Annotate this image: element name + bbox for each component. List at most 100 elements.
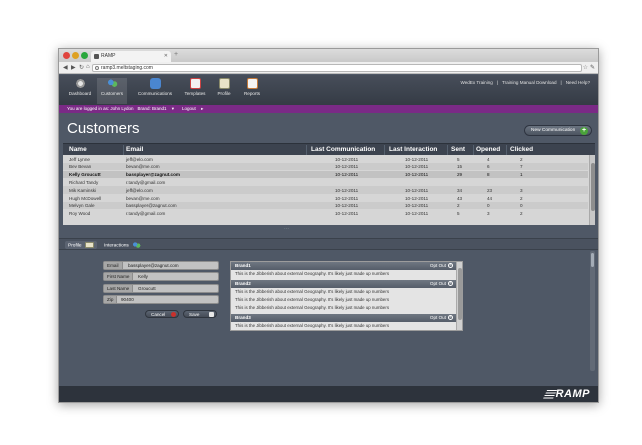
interaction-line: This is the Jibberish about external Geo… <box>235 323 390 328</box>
cell-clicked: 7 <box>520 164 523 170</box>
help-link[interactable]: Need Help? <box>566 80 590 85</box>
table-row[interactable]: Richard Tandy r.tandy@gmail.com <box>63 178 588 186</box>
table-row[interactable]: Bev Bevan bevan@me.com 10-12-2011 10-12-… <box>63 162 588 171</box>
table-row[interactable]: Jeff Lynne jeff@elo.com 10-12-2011 10-12… <box>63 155 588 163</box>
nav-profile[interactable]: Profile <box>209 78 239 96</box>
cell-clicked: 2 <box>520 156 523 162</box>
table-row-selected[interactable]: Kelly Groucutt bassplayer@zagnut.com 10-… <box>63 170 588 179</box>
col-email[interactable]: Email <box>126 146 143 153</box>
cancel-button[interactable]: Cancel <box>145 310 179 318</box>
cell-clicked: 3 <box>520 187 523 193</box>
cell-sent: 43 <box>457 195 463 201</box>
table-row[interactable]: Melvyn Gale bassplayer@zagnut.com 10-12-… <box>63 201 588 210</box>
opt-out-button[interactable]: Opt Out ✕ <box>430 280 453 288</box>
interaction-line: This is the Jibberish about external Geo… <box>235 305 390 310</box>
opt-out-button[interactable]: Opt Out ✕ <box>430 262 453 270</box>
opt-out-label: Opt Out <box>429 315 446 320</box>
col-sent[interactable]: Sent <box>451 146 465 153</box>
col-clicked[interactable]: Clicked <box>510 146 533 153</box>
cell-sent: 5 <box>457 211 460 217</box>
ramp-logo: RAMP <box>542 388 590 400</box>
minimize-window-button[interactable] <box>72 52 79 59</box>
brand-selector[interactable]: Brand: Brand1 ▾ <box>137 106 178 111</box>
wrench-icon[interactable]: ✎ <box>590 64 595 71</box>
col-name[interactable]: Name <box>69 146 87 153</box>
cell-email: bassplayer@zagnut.com <box>126 203 177 209</box>
splitter-grip-icon[interactable]: ⋯ <box>284 226 289 232</box>
table-row[interactable]: Roy Wood r.tandy@gmail.com 10-12-2011 10… <box>63 210 588 218</box>
first-name-field-label: First Name <box>104 273 134 280</box>
detail-scrollbar-thumb[interactable] <box>591 253 594 267</box>
nav-dashboard[interactable]: Dashboard <box>65 78 95 96</box>
last-name-field[interactable]: Last Name Groucutt <box>103 284 219 293</box>
close-window-button[interactable] <box>63 52 70 59</box>
first-name-field-value: Kelly <box>138 274 148 279</box>
cell-name: Bev Bevan <box>69 164 92 170</box>
nav-communications[interactable]: Communications <box>136 78 174 96</box>
first-name-field[interactable]: First Name Kelly <box>103 272 219 281</box>
zip-field[interactable]: Zip 90400 <box>103 295 219 304</box>
last-name-field-value: Groucutt <box>138 286 156 291</box>
close-tab-icon[interactable]: ✕ <box>164 51 168 62</box>
tab-interactions[interactable]: Interactions <box>104 242 141 248</box>
brand-header: Brand3 Opt Out ✕ <box>231 314 457 322</box>
customers-table-header: Name Email Last Communication Last Inter… <box>63 143 595 155</box>
cell-last-communication: 10-12-2011 <box>335 164 359 170</box>
cell-last-communication: 10-12-2011 <box>335 211 359 217</box>
table-scrollbar[interactable] <box>589 155 595 225</box>
save-button[interactable]: Save <box>183 310 217 318</box>
nav-reports[interactable]: Reports <box>237 78 267 96</box>
bookmark-star-icon[interactable]: ☆ <box>583 64 588 71</box>
cell-sent: 29 <box>457 172 463 178</box>
back-icon[interactable]: ◀ <box>63 64 68 71</box>
cell-name: Melvyn Gale <box>69 203 95 209</box>
home-icon[interactable]: ⌂ <box>86 64 90 70</box>
cell-clicked: 2 <box>520 211 523 217</box>
logout-label: Logout <box>182 106 196 111</box>
browser-tab-title: RAMP <box>101 53 116 59</box>
detail-scrollbar[interactable] <box>590 251 595 371</box>
tab-profile[interactable]: Profile <box>65 241 97 250</box>
zoom-window-button[interactable] <box>81 52 88 59</box>
link-separator: | <box>496 80 499 85</box>
col-opened[interactable]: Opened <box>476 146 500 153</box>
cell-opened: 8 <box>487 172 490 178</box>
reload-icon[interactable]: ↻ <box>79 64 84 71</box>
email-field[interactable]: Email bassplayer@zagnut.com <box>103 261 219 270</box>
favicon-icon <box>94 54 99 59</box>
brands-scrollbar-thumb[interactable] <box>458 268 462 320</box>
new-communication-button[interactable]: New Communication + <box>524 125 592 136</box>
table-row[interactable]: Hugh McDowell bevan@me.com 10-12-2011 10… <box>63 194 588 202</box>
brands-scrollbar[interactable] <box>456 262 462 330</box>
tab-profile-label: Profile <box>68 243 82 249</box>
chevron-down-icon: ▾ <box>171 106 175 111</box>
browser-tab[interactable]: RAMP ✕ <box>91 51 171 62</box>
cell-opened: 44 <box>487 195 493 201</box>
col-last-interaction[interactable]: Last Interaction <box>389 146 437 153</box>
table-row[interactable]: Mik Kaminski jeff@elo.com 10-12-2011 10-… <box>63 186 588 194</box>
cell-clicked: 2 <box>520 195 523 201</box>
new-tab-icon[interactable]: + <box>174 51 178 58</box>
cell-email: jeff@elo.com <box>126 187 153 193</box>
logout-link[interactable]: Logout ▸ <box>182 106 207 111</box>
cell-last-communication: 10-12-2011 <box>335 203 359 209</box>
opt-out-button[interactable]: Opt Out ✕ <box>430 314 453 322</box>
col-last-communication[interactable]: Last Communication <box>311 146 375 153</box>
cell-name: Jeff Lynne <box>69 156 90 162</box>
address-bar[interactable]: ramp3.meltstaging.com <box>92 64 582 72</box>
manual-download-link[interactable]: Training Manual Download <box>502 80 556 85</box>
cell-last-interaction: 10-12-2011 <box>405 164 429 170</box>
browser-tabstrip: RAMP ✕ + <box>59 49 598 62</box>
column-divider <box>384 145 385 155</box>
last-name-field-label: Last Name <box>104 285 134 292</box>
users-icon <box>106 78 118 89</box>
training-link[interactable]: WedEx Training <box>461 80 493 85</box>
column-divider <box>447 145 448 155</box>
forward-icon[interactable]: ▶ <box>71 64 76 71</box>
nav-templates[interactable]: Templates <box>180 78 210 96</box>
nav-customers[interactable]: Customers <box>97 78 127 104</box>
cell-opened: 3 <box>487 211 490 217</box>
column-divider <box>473 145 474 155</box>
table-scrollbar-thumb[interactable] <box>591 163 595 211</box>
panel-splitter[interactable]: ⋯ <box>59 226 598 232</box>
